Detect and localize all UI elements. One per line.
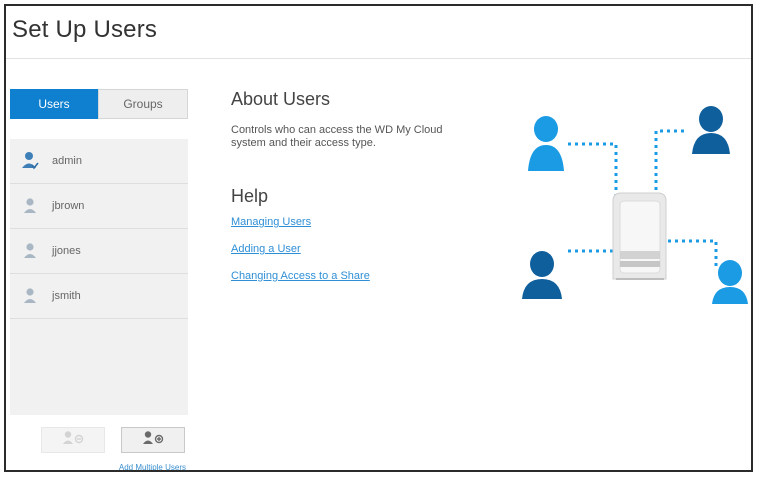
user-name: jjones [52, 245, 81, 257]
person-icon [528, 116, 564, 171]
person-icon [522, 251, 562, 299]
user-actions [10, 423, 188, 461]
about-description: Controls who can access the WD My Cloud … [231, 124, 443, 149]
remove-user-icon [60, 430, 86, 451]
users-illustration [516, 101, 751, 311]
add-multiple-users-link[interactable]: Add Multiple Users [119, 463, 186, 470]
help-heading: Help [231, 186, 269, 206]
about-heading: About Users [231, 89, 331, 109]
user-row-jjones[interactable]: jjones [10, 229, 188, 274]
user-row-jbrown[interactable]: jbrown [10, 184, 188, 229]
person-icon [712, 260, 748, 304]
tab-users[interactable]: Users [10, 89, 98, 119]
user-row-jsmith[interactable]: jsmith [10, 274, 188, 319]
user-name: admin [52, 155, 82, 167]
help-link-adding-user[interactable]: Adding a User [231, 243, 301, 255]
user-list: admin jbrown jjones jsmith [10, 139, 188, 415]
add-user-button[interactable] [121, 427, 185, 453]
help-link-changing-access[interactable]: Changing Access to a Share [231, 270, 370, 282]
page-title: Set Up Users [12, 16, 158, 43]
nas-device-icon [612, 192, 667, 280]
user-name: jsmith [52, 290, 81, 302]
tab-bar: Users Groups [10, 89, 188, 119]
user-name: jbrown [52, 200, 85, 212]
user-icon [20, 285, 40, 307]
add-user-icon [140, 430, 166, 451]
person-icon [692, 106, 730, 154]
user-icon [20, 240, 40, 262]
user-row-admin[interactable]: admin [10, 139, 188, 184]
admin-user-icon [20, 150, 40, 172]
tab-groups[interactable]: Groups [98, 89, 188, 119]
sidebar: Users Groups admin jbrown jjones jsmith … [10, 89, 188, 470]
user-icon [20, 195, 40, 217]
help-link-managing-users[interactable]: Managing Users [231, 216, 311, 228]
window-frame: Set Up Users Users Groups admin jbrown j… [4, 4, 753, 472]
title-divider [6, 58, 751, 59]
remove-user-button[interactable] [41, 427, 105, 453]
